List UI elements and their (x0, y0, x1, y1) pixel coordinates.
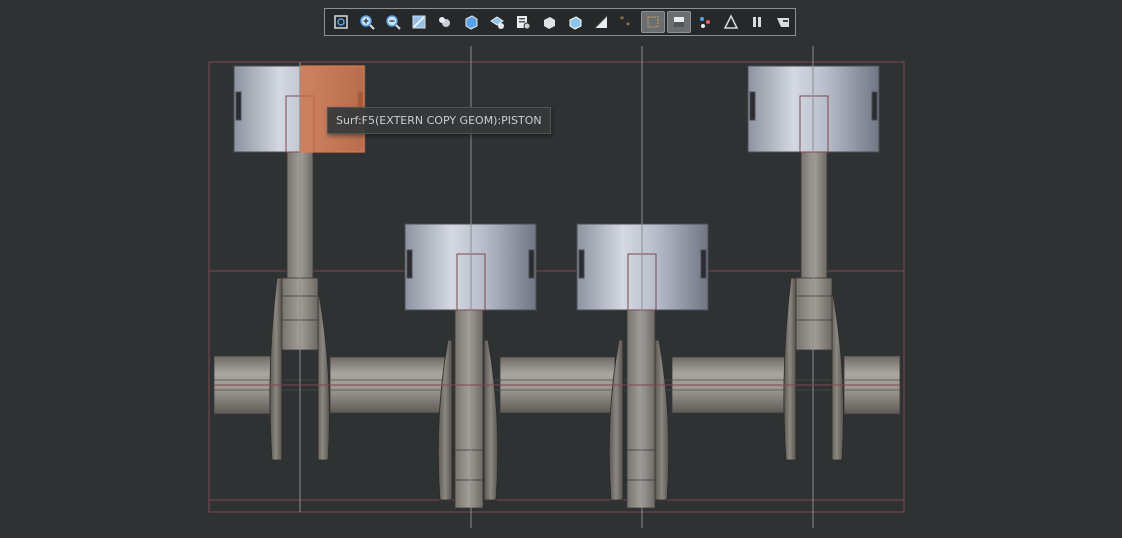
view-toolbar: * * (324, 8, 796, 36)
axes-display-icon (670, 13, 688, 31)
connecting-rods[interactable] (281, 149, 833, 509)
selection-tooltip: Surf:F5(EXTERN COPY GEOM):PISTON (327, 107, 551, 134)
appearance-gallery-icon (514, 13, 532, 31)
csys-display-icon (722, 13, 740, 31)
shading-edges-icon (566, 13, 584, 31)
refit-icon (332, 13, 350, 31)
perspective-icon (436, 13, 454, 31)
points-display-button[interactable] (693, 11, 717, 33)
appearance-gallery-button[interactable] (511, 11, 535, 33)
svg-text:*: * (626, 21, 630, 30)
datum-display-button[interactable]: * * (615, 11, 639, 33)
annotation-display-button[interactable] (771, 11, 795, 33)
planes-display-icon (644, 13, 662, 31)
refit-button[interactable] (329, 11, 353, 33)
axes-display-button[interactable] (667, 11, 691, 33)
zoom-in-button[interactable] (355, 11, 379, 33)
annotation-display-icon (774, 13, 792, 31)
csys-display-button[interactable] (719, 11, 743, 33)
zoom-out-button[interactable] (381, 11, 405, 33)
points-display-icon (696, 13, 714, 31)
shading-edges-button[interactable] (563, 11, 587, 33)
view-manager-icon (488, 13, 506, 31)
zoom-out-icon (384, 13, 402, 31)
shading-icon (540, 13, 558, 31)
pause-icon (748, 13, 766, 31)
model-viewport[interactable] (0, 0, 1122, 538)
view-manager-button[interactable] (485, 11, 509, 33)
datum-display-icon: * * (618, 13, 636, 31)
planes-display-button[interactable] (641, 11, 665, 33)
section-button[interactable] (589, 11, 613, 33)
zoom-in-icon (358, 13, 376, 31)
saved-orientation-icon (462, 13, 480, 31)
pause-button[interactable] (745, 11, 769, 33)
repaint-icon (410, 13, 428, 31)
section-icon (592, 13, 610, 31)
saved-orientation-button[interactable] (459, 11, 483, 33)
shading-button[interactable] (537, 11, 561, 33)
perspective-button[interactable] (433, 11, 457, 33)
svg-text:*: * (620, 15, 624, 24)
repaint-button[interactable] (407, 11, 431, 33)
